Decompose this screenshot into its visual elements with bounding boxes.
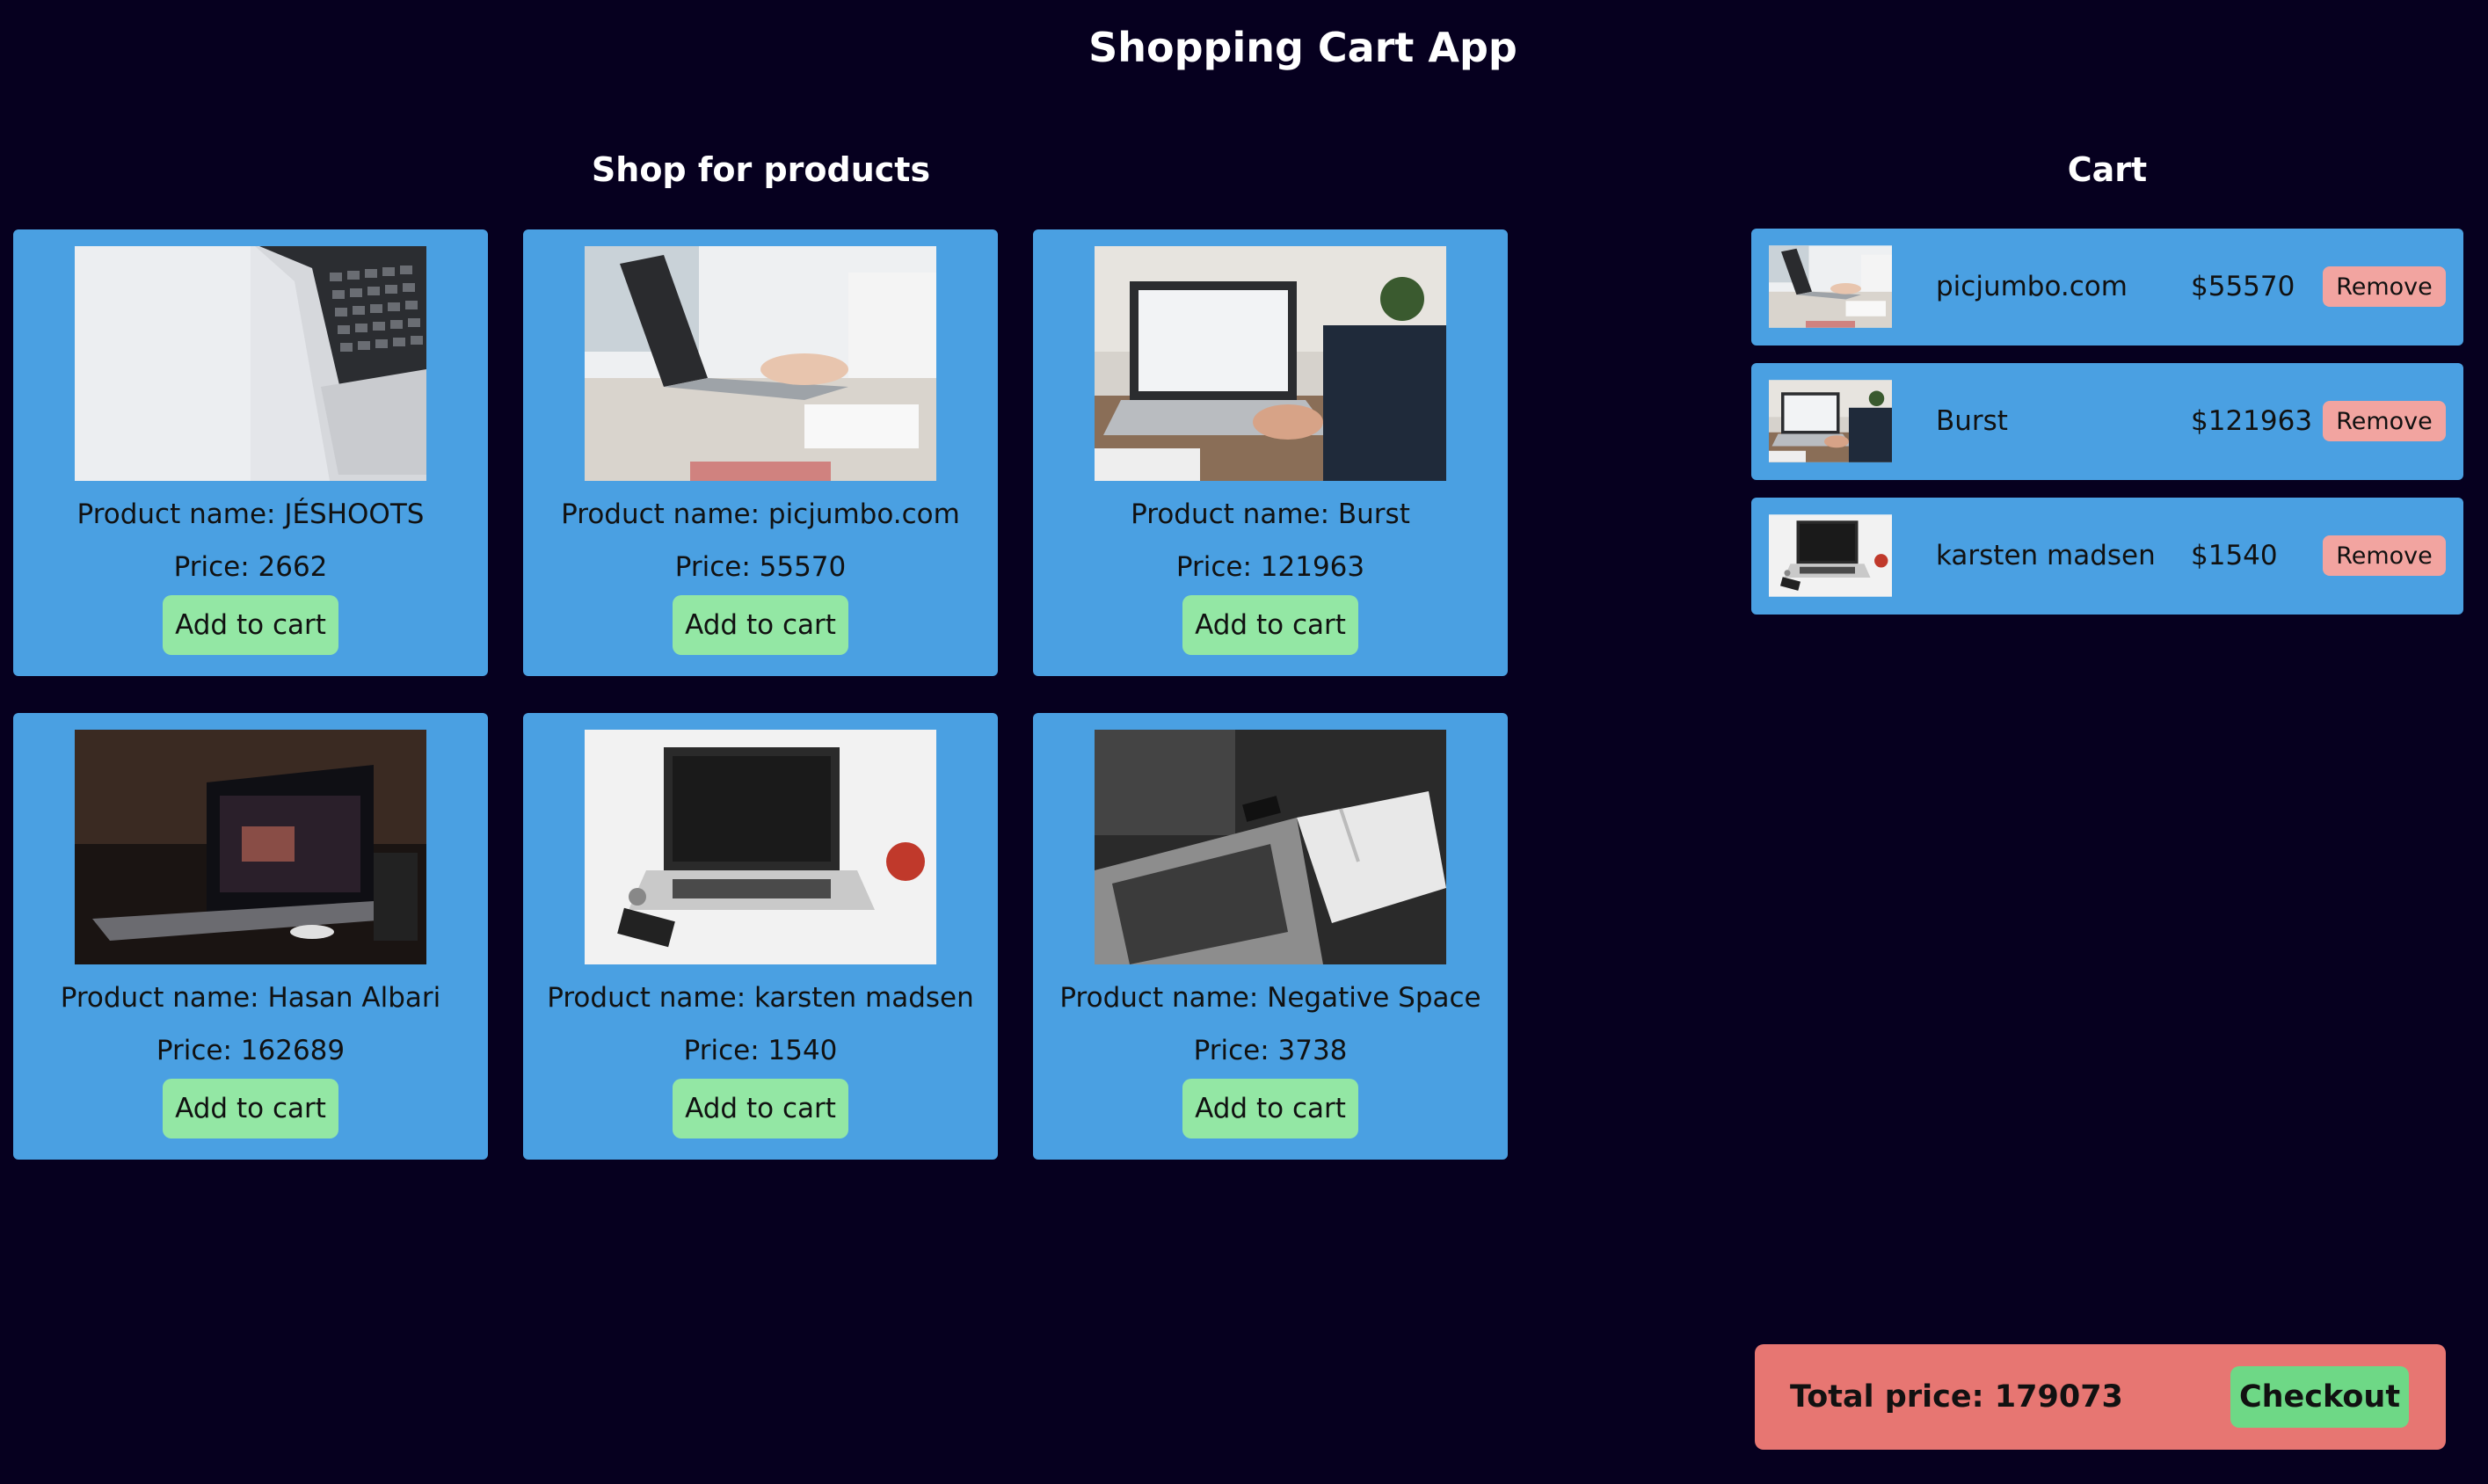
add-to-cart-button[interactable]: Add to cart [1182,595,1358,655]
cart-item: picjumbo.com $55570 Remove [1751,229,2463,346]
cart-item-name: karsten madsen [1936,540,2156,571]
total-price: Total price: 179073 [1790,1379,2123,1415]
cart-item: Burst $121963 Remove [1751,363,2463,480]
app-title: Shopping Cart App [1088,24,1517,71]
total-summary: Total price: 179073 Checkout [1755,1344,2446,1450]
remove-button[interactable]: Remove [2323,266,2446,307]
product-price: Price: 3738 [1193,1035,1348,1066]
product-price: Price: 162689 [156,1035,346,1066]
product-name: Product name: Burst [1131,498,1410,530]
product-image [585,730,936,964]
cart-section-title: Cart [2067,150,2148,189]
product-price: Price: 1540 [683,1035,838,1066]
add-to-cart-button[interactable]: Add to cart [163,1079,338,1138]
add-to-cart-button[interactable]: Add to cart [673,595,848,655]
product-price: Price: 121963 [1175,551,1365,583]
remove-button[interactable]: Remove [2323,535,2446,576]
product-image [1095,246,1446,481]
product-name: Product name: JÉSHOOTS [76,498,425,530]
cart-item-thumbnail [1769,380,1892,462]
product-name: Product name: Hasan Albari [60,982,441,1014]
product-price: Price: 55570 [674,551,847,583]
product-image [75,246,426,481]
cart-item: karsten madsen $1540 Remove [1751,498,2463,615]
product-card: Product name: karsten madsen Price: 1540… [523,713,998,1160]
product-card: Product name: picjumbo.com Price: 55570 … [523,229,998,676]
cart-item-price: $121963 [2191,405,2313,437]
add-to-cart-button[interactable]: Add to cart [673,1079,848,1138]
cart-item-name: Burst [1936,405,2008,437]
cart-item-price: $55570 [2191,271,2295,302]
product-name: Product name: Negative Space [1059,982,1481,1014]
remove-button[interactable]: Remove [2323,401,2446,441]
product-image [585,246,936,481]
shop-section-title: Shop for products [591,150,931,189]
cart-item-name: picjumbo.com [1936,271,2128,302]
product-name: Product name: picjumbo.com [561,498,960,530]
cart-item-thumbnail [1769,245,1892,328]
product-card: Product name: Negative Space Price: 3738… [1033,713,1508,1160]
product-grid: Product name: JÉSHOOTS Price: 2662 Add t… [13,229,1508,1160]
product-name: Product name: karsten madsen [547,982,974,1014]
checkout-button[interactable]: Checkout [2230,1366,2409,1428]
cart-item-thumbnail [1769,514,1892,597]
add-to-cart-button[interactable]: Add to cart [163,595,338,655]
product-price: Price: 2662 [173,551,328,583]
product-card: Product name: Hasan Albari Price: 162689… [13,713,488,1160]
product-card: Product name: JÉSHOOTS Price: 2662 Add t… [13,229,488,676]
cart-item-price: $1540 [2191,540,2278,571]
product-image [1095,730,1446,964]
product-card: Product name: Burst Price: 121963 Add to… [1033,229,1508,676]
cart-list: picjumbo.com $55570 Remove Burst $121963… [1751,229,2463,632]
product-image [75,730,426,964]
add-to-cart-button[interactable]: Add to cart [1182,1079,1358,1138]
